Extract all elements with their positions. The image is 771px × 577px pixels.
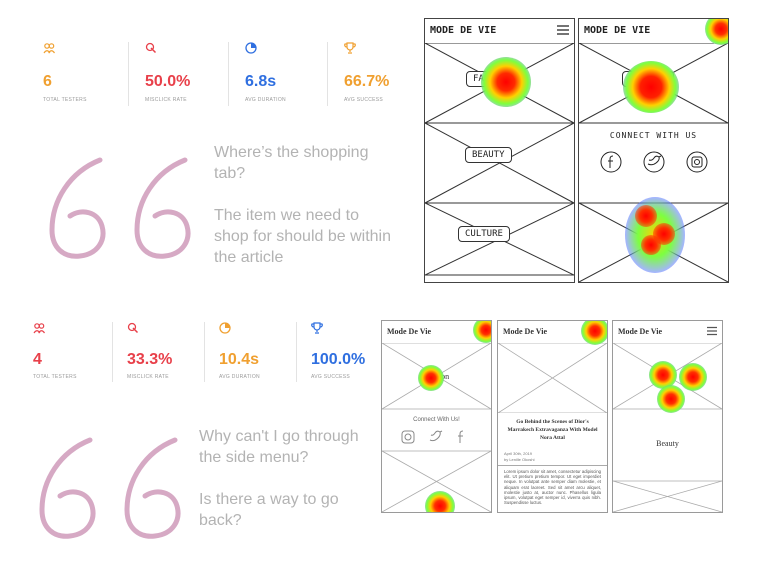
tile-label[interactable]: BEAUTY [465,147,512,163]
testers-icon [43,43,55,54]
trophy-icon [344,42,356,54]
hamburger-menu-icon[interactable] [556,23,570,37]
divider [112,322,113,382]
social-icons [401,430,464,444]
stat-value: 50.0% [145,73,191,90]
stat-value: 100.0% [311,351,366,368]
app-title: MODE DE VIE [584,25,651,36]
misclick-icon [127,322,139,334]
stat-label: AVG SUCCESS [311,374,351,380]
stat-label: MISCLICK RATE [127,374,169,380]
duration-icon [245,42,257,54]
quote-line: Where’s the shopping tab? [214,144,369,182]
stat-value: 33.3% [127,351,173,368]
wireframe-screen-menu: Mode De Vie Beauty [612,320,723,513]
quote-line: Is there a way to go back? [199,491,339,529]
divider [327,42,328,106]
duration-icon [219,322,231,334]
stat-label: AVG SUCCESS [344,97,384,103]
wireframe-tiles [382,343,491,512]
article-title: Go Behind the Scenes of Dior's Marrakech… [507,419,598,441]
hamburger-menu-icon[interactable] [706,325,718,337]
stat-label: MISCLICK RATE [145,97,187,103]
divider [296,322,297,382]
article-body: Lorem ipsum dolor sit amet, consectetur … [504,469,601,506]
stat-label: TOTAL TESTERS [33,374,77,380]
stat-label: TOTAL TESTERS [43,97,87,103]
stat-label: AVG DURATION [245,97,286,103]
app-title: Mode De Vie [503,327,547,336]
quote-line: Why can't I go through the side menu? [199,428,359,466]
sketch-screen-connect: MODE DE VIE FASHION CONNECT WITH US [578,18,729,283]
wireframe-screen-article: Mode De Vie Go Behind the Scenes of Dior… [497,320,608,513]
stat-value: 10.4s [219,351,260,368]
misclick-icon [145,42,157,54]
quote-line: The item we need to shop for should be w… [214,207,391,266]
divider [204,322,205,382]
quote-mark-icon [49,157,191,259]
tester-quotes: Where’s the shopping tab? The item we ne… [214,142,394,268]
connect-heading: CONNECT WITH US [609,131,698,140]
article-author: by Lenille Okoshi [504,457,535,462]
wireframe-screen-home: Mode De Vie Fashion Connect With Us! [381,320,492,513]
stat-value: 6 [43,73,52,90]
quote-mark-icon [39,437,181,539]
stat-value: 66.7% [344,73,390,90]
divider [498,465,607,466]
stat-label: AVG DURATION [219,374,260,380]
stat-value: 4 [33,351,42,368]
trophy-icon [311,322,323,334]
sketch-screen-home: MODE DE VIE FASHION BEAUTY CULTURE [424,18,575,283]
tile-label[interactable]: FASHION [622,71,674,87]
article-date: April 30th, 2019 [504,451,533,456]
tile-label[interactable]: Fashion [382,372,491,381]
testers-icon [33,323,45,334]
connect-heading: Connect With Us! [413,417,460,423]
hamburger-menu-icon[interactable] [710,23,724,37]
tile-label[interactable]: CULTURE [458,226,510,242]
app-title: Mode De Vie [387,327,431,336]
tile-label[interactable]: Beauty [613,439,722,448]
tester-quotes: Why can't I go through the side menu? Is… [199,426,369,531]
tile-label[interactable]: FASHION [466,71,518,87]
app-title: MODE DE VIE [430,25,497,36]
article-hero-image [498,343,607,413]
heatmap-spot [581,321,607,345]
divider [228,42,229,106]
social-icons [600,151,708,173]
wireframe-tiles [613,343,722,512]
app-title: Mode De Vie [618,327,662,336]
stat-value: 6.8s [245,73,277,90]
divider [128,42,129,106]
heatmap-spot [473,321,491,343]
